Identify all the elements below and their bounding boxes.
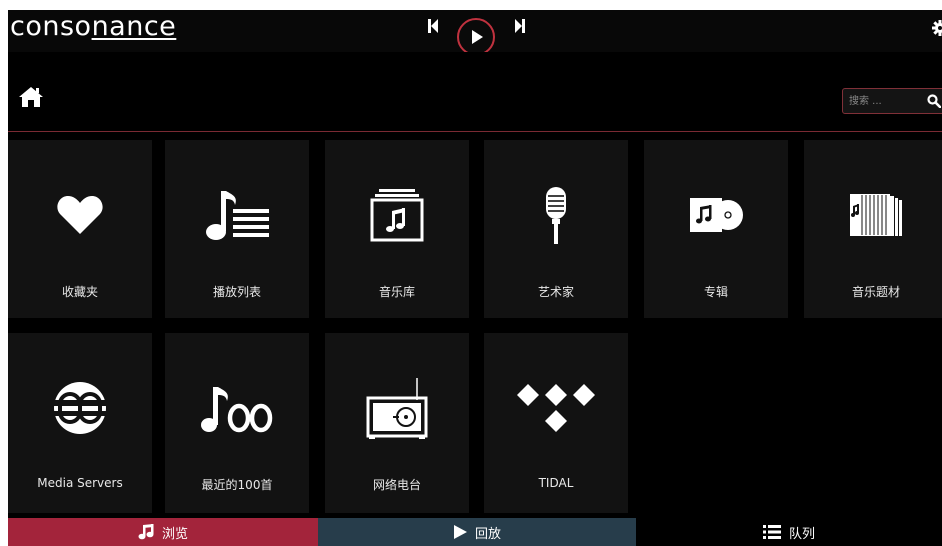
- library-icon: [370, 189, 424, 242]
- tile-albums[interactable]: 专辑: [644, 140, 788, 318]
- next-track-button[interactable]: [514, 18, 526, 38]
- tile-recent-100[interactable]: 最近的100首: [165, 333, 309, 513]
- skip-previous-icon: [428, 19, 438, 33]
- previous-track-button[interactable]: [427, 18, 439, 38]
- tile-library[interactable]: 音乐库: [325, 140, 469, 318]
- tile-web-radio[interactable]: 网络电台: [325, 333, 469, 513]
- tile-label: 专辑: [703, 285, 728, 299]
- tile-label: 音乐库: [378, 285, 415, 299]
- home-button[interactable]: [19, 87, 43, 111]
- tile-label: 收藏夹: [61, 285, 98, 299]
- playlist-icon: [206, 191, 269, 240]
- play-icon: [453, 525, 467, 539]
- tab-browse[interactable]: 浏览: [8, 518, 318, 546]
- tile-artists[interactable]: 艺术家: [484, 140, 628, 318]
- tidal-icon: [517, 384, 595, 432]
- microphone-icon: [546, 187, 566, 244]
- settings-button[interactable]: [932, 20, 942, 40]
- app-window: consonance 搜索 ... 收藏夹 播放列表 音乐库 艺术家 专辑 音乐…: [8, 10, 942, 546]
- tile-playlists[interactable]: 播放列表: [165, 140, 309, 318]
- tile-label: 播放列表: [212, 285, 261, 299]
- media-server-icon: [54, 382, 106, 434]
- skip-next-icon: [515, 19, 525, 33]
- app-logo: consonance: [10, 11, 177, 42]
- search-icon: [927, 94, 942, 109]
- tab-queue[interactable]: 队列: [636, 518, 942, 546]
- tile-label: TIDAL: [538, 476, 574, 490]
- home-icon: [19, 87, 43, 107]
- tab-label: 队列: [788, 526, 815, 542]
- tab-label: 浏览: [161, 526, 188, 542]
- genre-icon: [850, 194, 902, 236]
- tile-tidal[interactable]: TIDAL: [484, 333, 628, 513]
- album-icon: [690, 198, 743, 232]
- heart-icon: [57, 196, 103, 234]
- search-box: [842, 88, 942, 114]
- tile-genres[interactable]: 音乐题材: [804, 140, 942, 318]
- tab-playback[interactable]: 回放: [318, 518, 636, 546]
- navigation-bar: [8, 52, 942, 132]
- play-icon: [472, 30, 483, 44]
- gear-icon: [932, 20, 942, 36]
- top-bar: consonance: [8, 10, 942, 56]
- recent-100-icon: [201, 387, 273, 433]
- tile-label: 网络电台: [372, 478, 421, 492]
- music-note-icon: [138, 524, 154, 540]
- tile-label: 音乐题材: [851, 285, 900, 299]
- tile-media-servers[interactable]: Media Servers: [8, 333, 152, 513]
- tile-label: 艺术家: [537, 285, 574, 299]
- search-button[interactable]: [927, 93, 942, 112]
- tile-label: 最近的100首: [201, 478, 273, 492]
- tab-label: 回放: [474, 526, 501, 542]
- bottom-tab-bar: 浏览 回放 队列: [8, 518, 942, 546]
- tile-favorites[interactable]: 收藏夹: [8, 140, 152, 318]
- list-icon: [762, 525, 781, 539]
- play-button[interactable]: [457, 18, 495, 56]
- tile-label: Media Servers: [37, 476, 123, 490]
- search-input[interactable]: [849, 92, 917, 110]
- radio-icon: [366, 378, 428, 439]
